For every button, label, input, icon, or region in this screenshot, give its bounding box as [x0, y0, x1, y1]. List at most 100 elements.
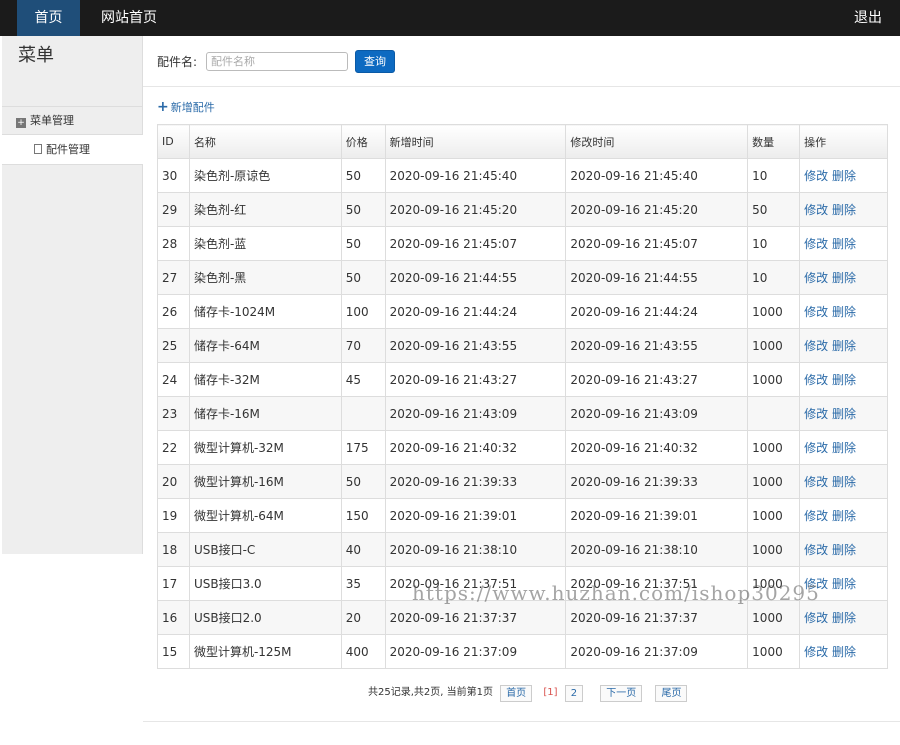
cell-price: 100: [340, 294, 386, 329]
cell-id: 24: [157, 362, 190, 397]
page-2-button[interactable]: 2: [564, 684, 584, 702]
cell-created: 2020-09-16 21:43:09: [384, 396, 567, 431]
delete-link[interactable]: 删除: [832, 645, 856, 659]
delete-link[interactable]: 删除: [832, 509, 856, 523]
sidebar-group-menu-management[interactable]: + 菜单管理: [2, 106, 143, 135]
part-name-input[interactable]: [206, 52, 348, 71]
delete-link[interactable]: 删除: [832, 475, 856, 489]
cell-modified: 2020-09-16 21:45:20: [565, 192, 749, 227]
cell-quantity: 1000: [747, 634, 801, 669]
delete-link[interactable]: 删除: [832, 271, 856, 285]
logout-link[interactable]: 退出: [854, 0, 882, 36]
next-page-button[interactable]: 下一页: [600, 684, 643, 702]
delete-link[interactable]: 删除: [832, 441, 856, 455]
cell-id: 23: [157, 396, 190, 431]
delete-link[interactable]: 删除: [832, 203, 856, 217]
cell-price: 400: [340, 634, 386, 669]
edit-link[interactable]: 修改: [804, 407, 828, 421]
nav-site-home[interactable]: 网站首页: [92, 0, 166, 36]
cell-actions: 修改 删除: [799, 260, 888, 295]
table-row: 20 微型计算机-16M 50 2020-09-16 21:39:33 2020-09-…: [157, 464, 888, 499]
cell-modified: 2020-09-16 21:43:27: [565, 362, 749, 397]
cell-quantity: 1000: [747, 498, 801, 533]
first-page-button[interactable]: 首页: [500, 684, 533, 702]
cell-name: 微型计算机-64M: [188, 498, 342, 533]
edit-link[interactable]: 修改: [804, 441, 828, 455]
cell-id: 18: [157, 532, 190, 567]
header-name: 名称: [188, 124, 342, 159]
edit-link[interactable]: 修改: [804, 645, 828, 659]
cell-price: 50: [340, 464, 386, 499]
edit-link[interactable]: 修改: [804, 169, 828, 183]
delete-link[interactable]: 删除: [832, 407, 856, 421]
table-row: 26 储存卡-1024M 100 2020-09-16 21:44:24 2020-09…: [157, 294, 888, 329]
cell-name: 染色剂-原谅色: [188, 158, 342, 193]
sidebar-title: 菜单: [18, 45, 54, 66]
cell-actions: 修改 删除: [799, 600, 888, 635]
cell-id: 27: [157, 260, 190, 295]
cell-created: 2020-09-16 21:43:27: [384, 362, 567, 397]
edit-link[interactable]: 修改: [804, 611, 828, 625]
cell-quantity: 1000: [747, 328, 801, 363]
edit-link[interactable]: 修改: [804, 305, 828, 319]
plus-icon: +: [157, 99, 169, 115]
cell-price: 35: [340, 566, 386, 601]
last-page-button[interactable]: 尾页: [655, 684, 688, 702]
edit-link[interactable]: 修改: [804, 509, 828, 523]
cell-name: USB接口3.0: [188, 566, 342, 601]
edit-link[interactable]: 修改: [804, 475, 828, 489]
header-actions: 操作: [799, 124, 888, 159]
edit-link[interactable]: 修改: [804, 237, 828, 251]
edit-link[interactable]: 修改: [804, 373, 828, 387]
edit-link[interactable]: 修改: [804, 339, 828, 353]
search-button[interactable]: 查询: [355, 50, 395, 73]
cell-id: 29: [157, 192, 190, 227]
cell-quantity: 1000: [747, 464, 801, 499]
cell-modified: 2020-09-16 21:43:55: [565, 328, 749, 363]
cell-price: 20: [340, 600, 386, 635]
delete-link[interactable]: 删除: [832, 611, 856, 625]
cell-id: 28: [157, 226, 190, 261]
delete-link[interactable]: 删除: [832, 373, 856, 387]
cell-actions: 修改 删除: [799, 362, 888, 397]
delete-link[interactable]: 删除: [832, 305, 856, 319]
delete-link[interactable]: 删除: [832, 169, 856, 183]
cell-created: 2020-09-16 21:45:07: [384, 226, 567, 261]
delete-link[interactable]: 删除: [832, 339, 856, 353]
nav-home[interactable]: 首页: [17, 0, 80, 36]
delete-link[interactable]: 删除: [832, 237, 856, 251]
delete-link[interactable]: 删除: [832, 577, 856, 591]
cell-quantity: 1000: [747, 430, 801, 465]
cell-id: 25: [157, 328, 190, 363]
table-row: 28 染色剂-蓝 50 2020-09-16 21:45:07 2020-09-16 2…: [157, 226, 888, 261]
cell-price: 70: [340, 328, 386, 363]
table-row: 24 储存卡-32M 45 2020-09-16 21:43:27 2020-09-16…: [157, 362, 888, 397]
edit-link[interactable]: 修改: [804, 203, 828, 217]
cell-created: 2020-09-16 21:44:24: [384, 294, 567, 329]
cell-name: 微型计算机-16M: [188, 464, 342, 499]
cell-actions: 修改 删除: [799, 464, 888, 499]
cell-actions: 修改 删除: [799, 396, 888, 431]
cell-actions: 修改 删除: [799, 294, 888, 329]
edit-link[interactable]: 修改: [804, 271, 828, 285]
cell-quantity: 1000: [747, 600, 801, 635]
table-row: 22 微型计算机-32M 175 2020-09-16 21:40:32 2020-09…: [157, 430, 888, 465]
cell-created: 2020-09-16 21:39:33: [384, 464, 567, 499]
cell-quantity: 10: [747, 260, 801, 295]
edit-link[interactable]: 修改: [804, 543, 828, 557]
cell-price: 50: [340, 260, 386, 295]
cell-modified: 2020-09-16 21:39:01: [565, 498, 749, 533]
cell-quantity: 50: [747, 192, 801, 227]
cell-price: 175: [340, 430, 386, 465]
plus-box-icon: +: [16, 118, 26, 128]
table-row: 29 染色剂-红 50 2020-09-16 21:45:20 2020-09-16 2…: [157, 192, 888, 227]
table-row: 19 微型计算机-64M 150 2020-09-16 21:39:01 2020-09…: [157, 498, 888, 533]
cell-actions: 修改 删除: [799, 532, 888, 567]
header-id: ID: [157, 124, 190, 159]
file-icon: [34, 144, 42, 154]
sidebar-item-parts-management[interactable]: 配件管理: [2, 135, 143, 165]
cell-name: 储存卡-1024M: [188, 294, 342, 329]
cell-id: 22: [157, 430, 190, 465]
delete-link[interactable]: 删除: [832, 543, 856, 557]
add-part-link[interactable]: + 新增配件: [157, 99, 215, 116]
